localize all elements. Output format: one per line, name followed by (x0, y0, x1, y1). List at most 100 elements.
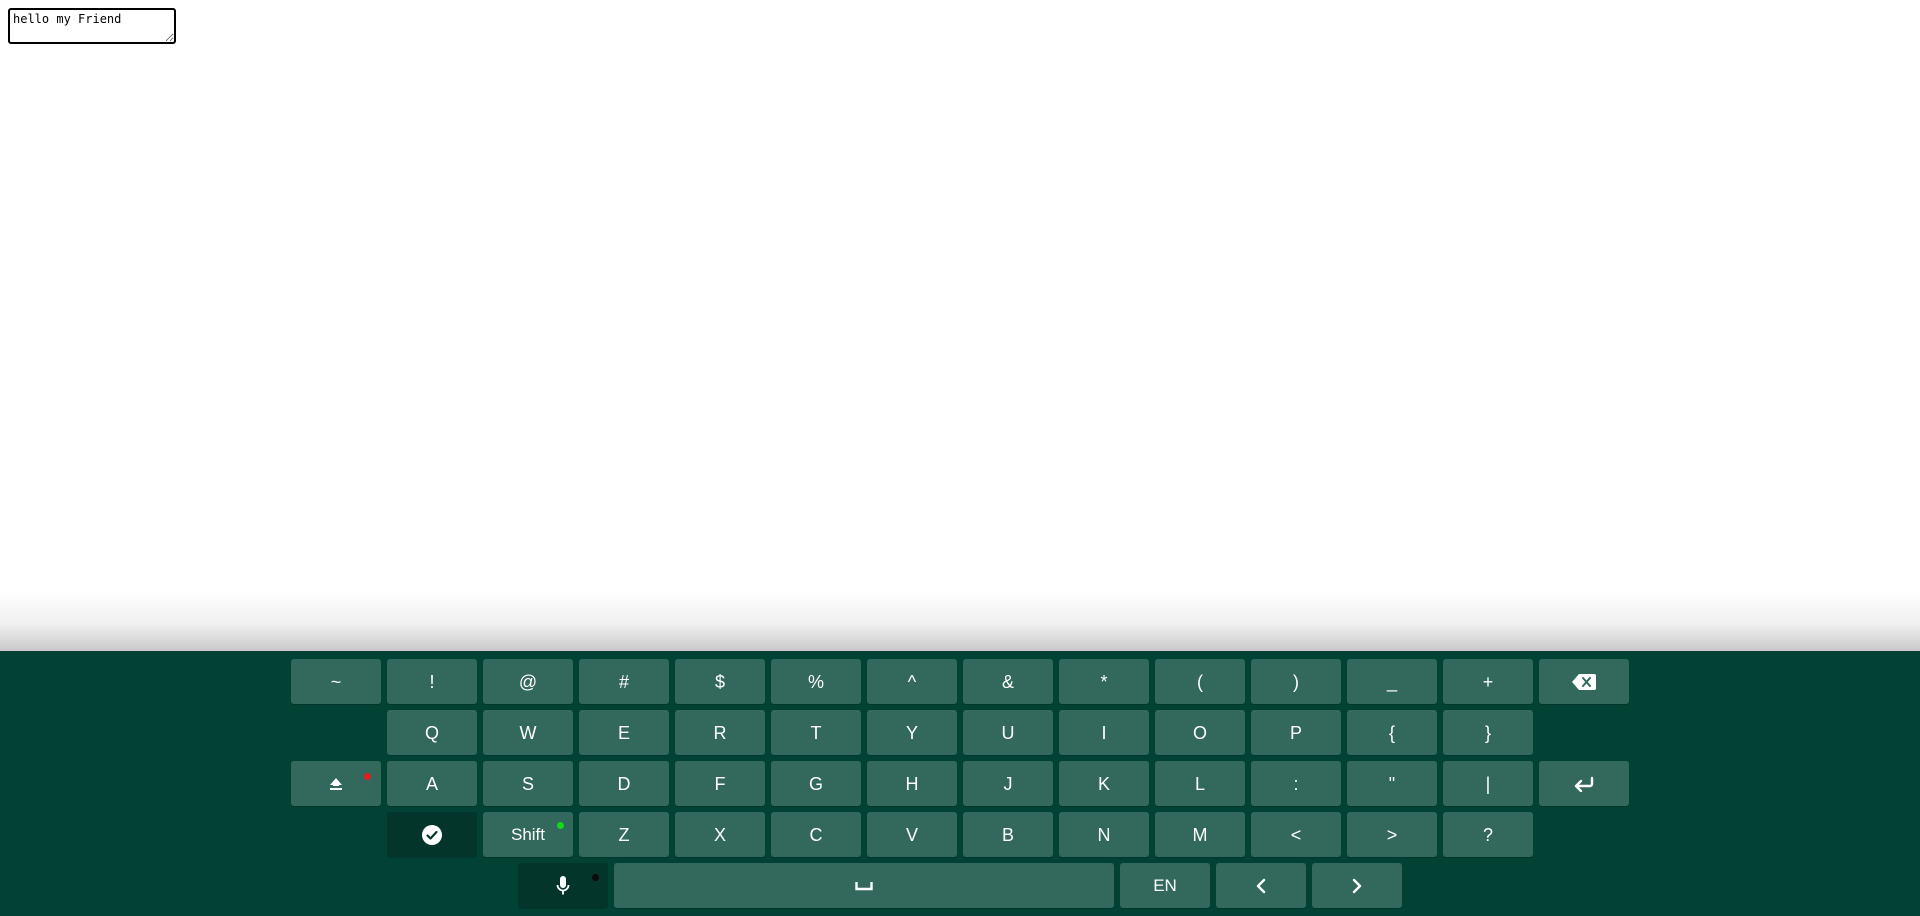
key-j[interactable]: J (963, 761, 1053, 806)
key-d[interactable]: D (579, 761, 669, 806)
key-label: E (617, 722, 630, 743)
key-q[interactable]: Q (387, 710, 477, 755)
key-a[interactable]: A (387, 761, 477, 806)
key-label: V (905, 824, 918, 845)
key-b[interactable]: B (963, 812, 1053, 857)
key-label: # (618, 671, 629, 692)
key-label: ( (1197, 671, 1203, 692)
key-right-brace[interactable]: } (1443, 710, 1533, 755)
key-label: O (1192, 722, 1207, 743)
key-label: R (713, 722, 727, 743)
key-n[interactable]: N (1059, 812, 1149, 857)
key-e[interactable]: E (579, 710, 669, 755)
key-left-paren[interactable]: ( (1155, 659, 1245, 704)
key-label: M (1192, 824, 1208, 845)
key-m[interactable]: M (1155, 812, 1245, 857)
key-pipe[interactable]: | (1443, 761, 1533, 806)
key-r[interactable]: R (675, 710, 765, 755)
key-p[interactable]: P (1251, 710, 1341, 755)
key-less-than[interactable]: < (1251, 812, 1341, 857)
caps-lock-indicator (364, 773, 371, 780)
key-ampersand[interactable]: & (963, 659, 1053, 704)
key-u[interactable]: U (963, 710, 1053, 755)
key-underscore[interactable]: _ (1347, 659, 1437, 704)
key-colon[interactable]: : (1251, 761, 1341, 806)
key-at[interactable]: @ (483, 659, 573, 704)
key-dollar[interactable]: $ (675, 659, 765, 704)
key-label: Q (424, 722, 439, 743)
key-label: G (808, 773, 823, 794)
key-label: L (1194, 773, 1205, 794)
key-label: * (1100, 671, 1108, 692)
key-label: N (1097, 824, 1111, 845)
cursor-right-key[interactable] (1312, 863, 1402, 908)
key-label: Y (905, 722, 918, 743)
key-exclamation[interactable]: ! (387, 659, 477, 704)
key-label: ) (1293, 671, 1299, 692)
key-label: < (1290, 824, 1302, 845)
key-label: & (1001, 671, 1014, 692)
key-tilde[interactable]: ~ (291, 659, 381, 704)
key-caret[interactable]: ^ (867, 659, 957, 704)
done-key[interactable] (387, 812, 477, 857)
key-w[interactable]: W (483, 710, 573, 755)
key-asterisk[interactable]: * (1059, 659, 1149, 704)
keyboard-shadow (0, 590, 1920, 652)
key-label: D (617, 773, 631, 794)
text-input[interactable]: hello my Friend (8, 8, 176, 44)
key-l[interactable]: L (1155, 761, 1245, 806)
key-x[interactable]: X (675, 812, 765, 857)
key-label: J (1003, 773, 1013, 794)
key-t[interactable]: T (771, 710, 861, 755)
caps-lock-key[interactable] (291, 761, 381, 806)
chevron-left-icon (1256, 878, 1266, 894)
key-z[interactable]: Z (579, 812, 669, 857)
backspace-icon (1572, 673, 1596, 690)
language-label: EN (1153, 876, 1177, 895)
key-label: F (714, 773, 726, 794)
caps-lock-icon (329, 777, 343, 791)
key-f[interactable]: F (675, 761, 765, 806)
key-label: % (807, 671, 824, 692)
key-plus[interactable]: + (1443, 659, 1533, 704)
cursor-left-key[interactable] (1216, 863, 1306, 908)
language-key[interactable]: EN (1120, 863, 1210, 908)
key-double-quote[interactable]: " (1347, 761, 1437, 806)
key-y[interactable]: Y (867, 710, 957, 755)
key-right-paren[interactable]: ) (1251, 659, 1341, 704)
key-label: S (521, 773, 534, 794)
key-c[interactable]: C (771, 812, 861, 857)
space-key[interactable] (614, 863, 1114, 908)
microphone-indicator (592, 874, 599, 881)
enter-key[interactable] (1539, 761, 1629, 806)
key-label: $ (714, 671, 725, 692)
key-label: U (1001, 722, 1015, 743)
key-k[interactable]: K (1059, 761, 1149, 806)
key-label: T (810, 722, 822, 743)
microphone-key[interactable] (518, 863, 608, 908)
key-percent[interactable]: % (771, 659, 861, 704)
key-h[interactable]: H (867, 761, 957, 806)
key-greater-than[interactable]: > (1347, 812, 1437, 857)
virtual-keyboard: ~ ! @ # $ % ^ & * ( ) _ + Q W E R T Y U … (0, 651, 1920, 916)
key-v[interactable]: V (867, 812, 957, 857)
key-left-brace[interactable]: { (1347, 710, 1437, 755)
key-label: } (1484, 722, 1491, 743)
key-label: C (809, 824, 823, 845)
key-label: H (905, 773, 919, 794)
shift-key[interactable]: Shift (483, 812, 573, 857)
key-label: _ (1386, 671, 1397, 692)
key-question[interactable]: ? (1443, 812, 1533, 857)
key-hash[interactable]: # (579, 659, 669, 704)
key-s[interactable]: S (483, 761, 573, 806)
key-g[interactable]: G (771, 761, 861, 806)
backspace-key[interactable] (1539, 659, 1629, 704)
key-label: I (1101, 722, 1107, 743)
key-i[interactable]: I (1059, 710, 1149, 755)
chevron-right-icon (1352, 878, 1362, 894)
key-o[interactable]: O (1155, 710, 1245, 755)
shift-label: Shift (510, 825, 546, 844)
key-label: | (1485, 773, 1491, 794)
key-label: : (1293, 773, 1299, 794)
enter-icon (1573, 776, 1595, 792)
